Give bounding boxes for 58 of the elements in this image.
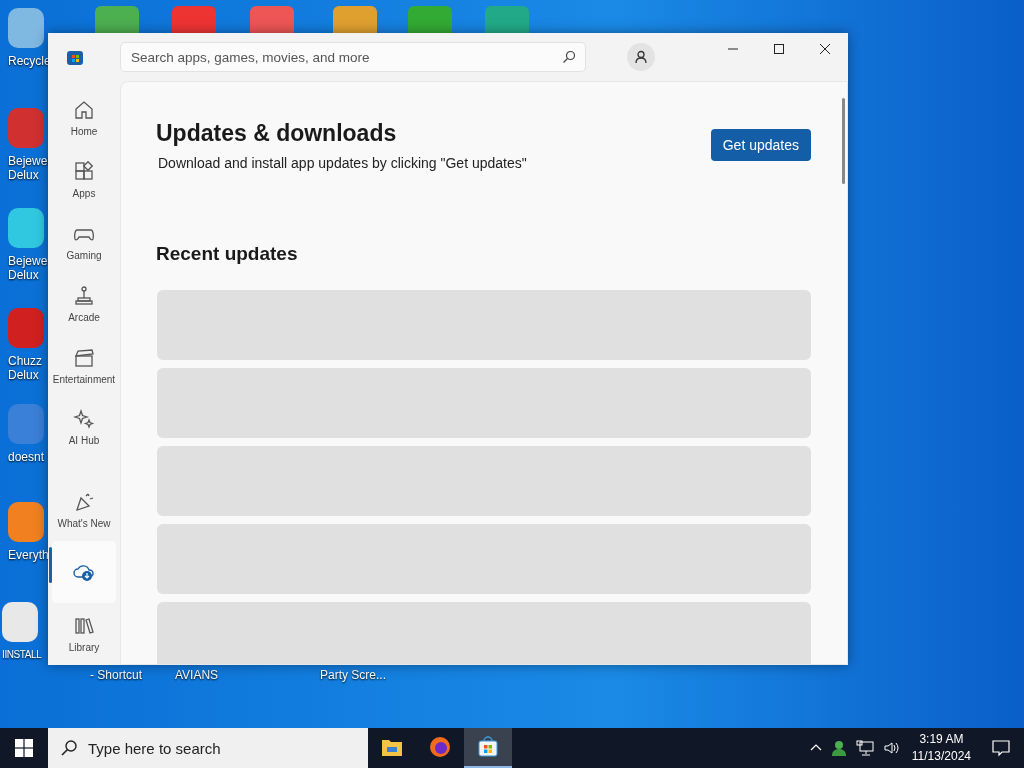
app-icon[interactable] (8, 208, 44, 248)
icon-label: - Shortcut (90, 668, 143, 682)
icon-label: Party Scre... (320, 668, 387, 682)
network-icon[interactable] (855, 740, 874, 756)
nav-item[interactable]: AI Hub (52, 396, 116, 459)
notification-icon[interactable] (992, 739, 1010, 757)
page-title: Updates & downloads (156, 120, 398, 147)
store-logo-icon (66, 48, 84, 66)
icon-label: doesnt (8, 450, 45, 464)
nav-item[interactable]: Arcade (52, 272, 116, 335)
get-updates-button[interactable]: Get updates (710, 129, 811, 161)
party-popper-icon (73, 491, 95, 514)
icon-label: AVIANS (175, 668, 219, 682)
maximize-icon (773, 43, 785, 55)
app-icon[interactable] (172, 6, 216, 36)
app-icon[interactable] (250, 6, 294, 36)
nav-item[interactable]: Apps (52, 148, 116, 211)
taskbar-search-field[interactable]: Type here to search (48, 728, 368, 768)
nav-item[interactable] (52, 541, 116, 604)
app-icon[interactable] (95, 6, 139, 36)
section-title: Recent updates (156, 243, 299, 265)
app-icon[interactable] (485, 6, 529, 36)
search-field[interactable]: Search apps, games, movies, and more (120, 42, 586, 72)
sparkle-icon (73, 408, 95, 431)
icon-label: Delux (8, 268, 39, 282)
person-icon (634, 50, 648, 64)
browser-icon (429, 736, 451, 758)
joystick-icon (73, 284, 95, 307)
person-icon[interactable] (830, 740, 847, 756)
app-icon[interactable] (333, 6, 377, 36)
nav-item[interactable]: What's New (52, 479, 116, 542)
icon-label: IINSTALL (2, 648, 42, 662)
clock-time[interactable]: 3:19 AM (919, 731, 964, 748)
account-button[interactable] (627, 43, 655, 71)
folder-icon (381, 737, 403, 757)
nav-item[interactable]: Gaming (52, 210, 116, 273)
icon-label: Bejewe (8, 254, 48, 268)
app-icon[interactable] (408, 6, 452, 36)
icon-label: Everyth (8, 548, 49, 562)
store-bag-icon (477, 736, 499, 758)
windows-logo-icon (15, 739, 33, 757)
icon-label: Delux (8, 168, 39, 182)
icon-label: Delux (8, 368, 39, 382)
page-subtitle: Download and install app updates by clicking "Get updates" (158, 155, 527, 171)
taskbar-app[interactable] (464, 728, 512, 768)
speaker-icon[interactable] (882, 740, 899, 756)
search-icon (562, 50, 576, 64)
app-icon[interactable] (8, 8, 44, 48)
clapperboard-icon (73, 346, 95, 369)
scrollbar-thumb[interactable] (842, 98, 845, 184)
clock-date[interactable]: 11/13/2024 (911, 748, 971, 765)
app-icon[interactable] (2, 602, 38, 642)
nav-item[interactable]: Home (52, 87, 116, 149)
close-icon (819, 43, 831, 55)
icon-label: Chuzz (8, 354, 42, 368)
nav-item[interactable]: Library (52, 603, 116, 665)
nav-item[interactable]: Entertainment (52, 334, 116, 397)
apps-icon (73, 160, 95, 183)
